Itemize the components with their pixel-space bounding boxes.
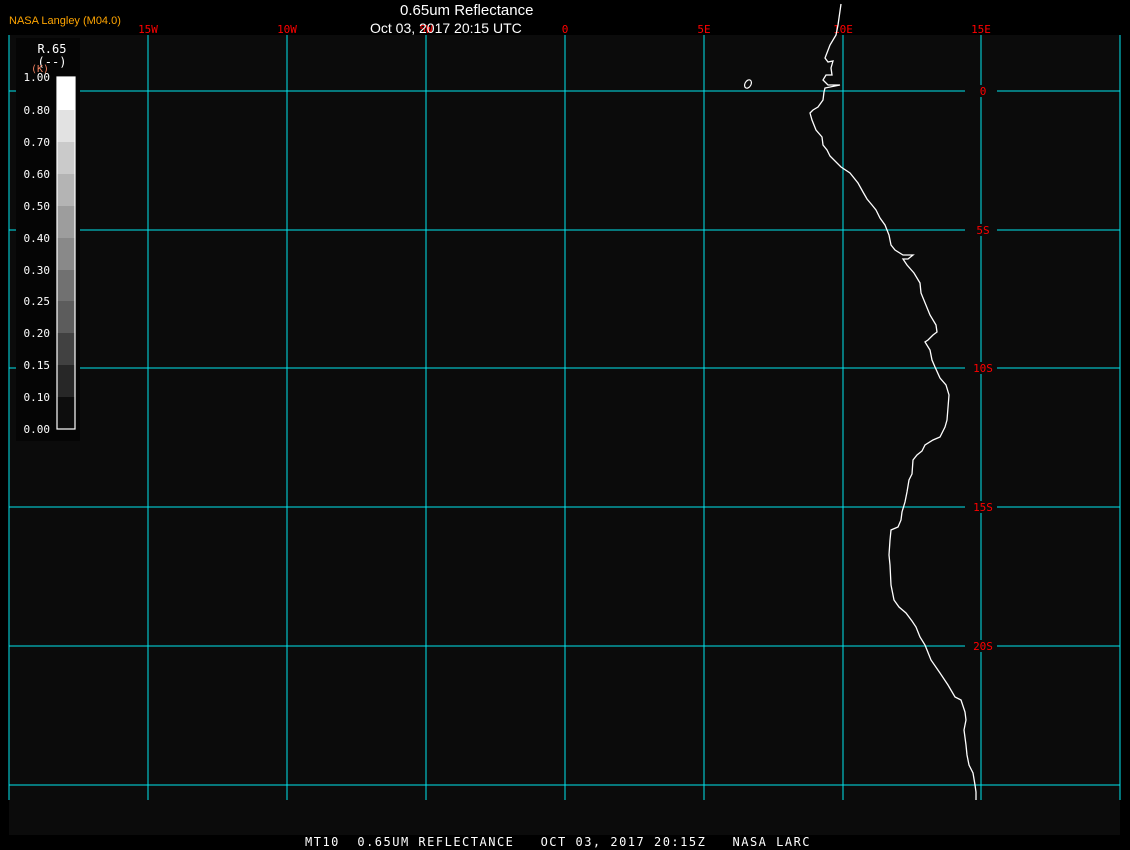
- legend-color-swatch: [57, 333, 75, 365]
- legend-color-swatch: [57, 174, 75, 206]
- legend-color-swatch: [57, 270, 75, 301]
- latitude-label: 0: [980, 85, 987, 98]
- longitude-label: 0: [562, 23, 569, 36]
- latitude-label: 15S: [973, 501, 993, 514]
- legend-tick-label: 0.00: [24, 423, 51, 436]
- legend-color-swatch: [57, 110, 75, 142]
- legend-tick-label: 0.60: [24, 168, 51, 181]
- legend-tick-label: 0.20: [24, 327, 51, 340]
- legend-color-swatch: [57, 365, 75, 397]
- legend-color-swatch: [57, 206, 75, 238]
- legend-color-swatch: [57, 301, 75, 333]
- latitude-label: 5S: [976, 224, 989, 237]
- latitude-label: 20S: [973, 640, 993, 653]
- chart-title: 0.65um Reflectance: [400, 2, 534, 19]
- color-legend: R.65 (--) (K) 1.000.800.700.600.500.400.…: [16, 38, 80, 441]
- legend-variable: R.65: [38, 42, 67, 56]
- legend-tick-label: 0.70: [24, 136, 51, 149]
- satellite-map: 15W 10W 5W 0 5E 10E 15E05S10S15S20S R.65 (--) …: [8, 3, 1121, 835]
- legend-tick-label: 0.40: [24, 232, 51, 245]
- longitude-label: 10W: [277, 23, 297, 36]
- legend-tick-label: 0.25: [24, 295, 51, 308]
- longitude-label: 15E: [971, 23, 991, 36]
- legend-tick-label: 0.50: [24, 200, 51, 213]
- longitude-label: 5E: [697, 23, 710, 36]
- brand-label: NASA Langley (M04.0): [9, 15, 121, 27]
- latitude-label: 10S: [973, 362, 993, 375]
- timestamp: Oct 03, 2017 20:15 UTC: [370, 20, 522, 36]
- legend-tick-label: 0.15: [24, 359, 51, 372]
- footer-caption: MT10 0.65UM REFLECTANCE OCT 03, 2017 20:…: [305, 835, 812, 849]
- legend-tick-label: 0.30: [24, 264, 51, 277]
- longitude-label: 15W: [138, 23, 158, 36]
- legend-color-swatch: [57, 142, 75, 174]
- legend-tick-label: 0.10: [24, 391, 51, 404]
- legend-color-swatch: [57, 238, 75, 270]
- legend-color-swatch: [57, 77, 75, 110]
- legend-color-swatch: [57, 397, 75, 429]
- legend-tick-label: 0.80: [24, 104, 51, 117]
- legend-tick-label: 1.00: [24, 71, 51, 84]
